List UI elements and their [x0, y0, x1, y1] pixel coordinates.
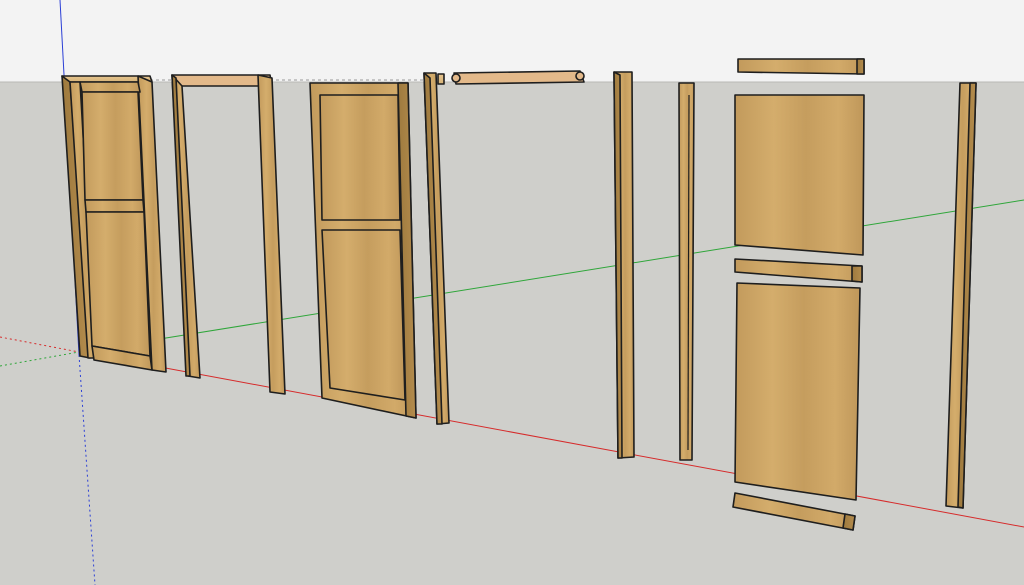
- door-leaf[interactable]: [309, 82, 417, 419]
- assembled-door[interactable]: [61, 75, 167, 373]
- sketchup-viewport[interactable]: [0, 0, 1024, 585]
- sky: [0, 0, 1024, 82]
- door-lower-panel[interactable]: [734, 282, 861, 501]
- door-stile-left[interactable]: [613, 71, 635, 459]
- door-upper-panel[interactable]: [734, 94, 865, 256]
- door-stile-grooved[interactable]: [678, 82, 695, 461]
- door-head-rail[interactable]: [451, 70, 585, 85]
- door-top-rail[interactable]: [737, 58, 865, 75]
